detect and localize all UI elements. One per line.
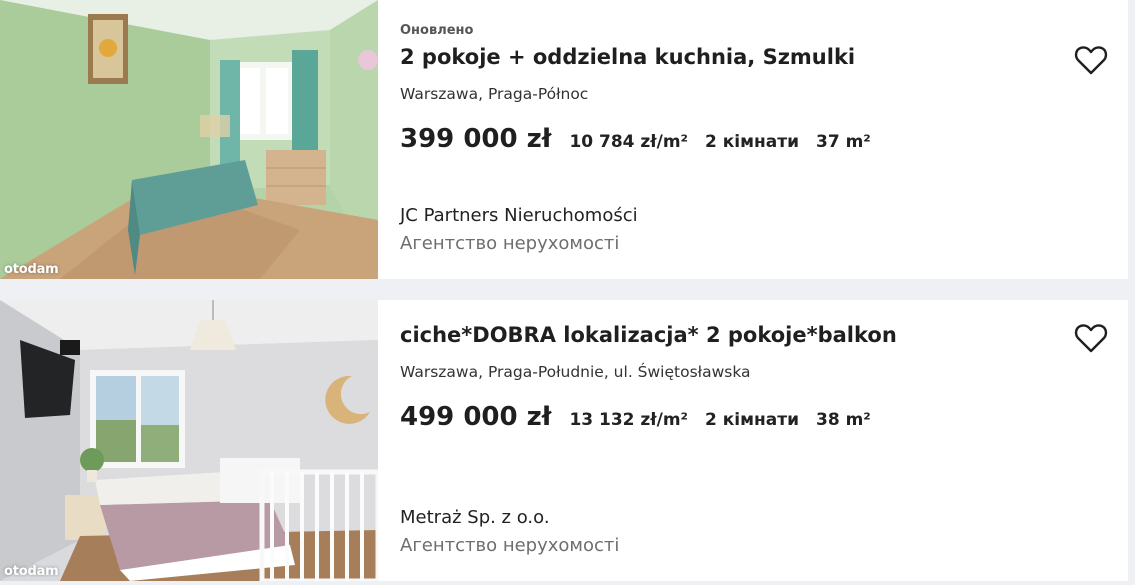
price: 499 000 zł xyxy=(400,402,552,432)
card-divider xyxy=(0,279,1135,300)
heart-outline-icon xyxy=(1074,324,1108,353)
agency-name: Metraż Sp. z o.o. xyxy=(400,507,550,528)
room-photo-illustration xyxy=(0,300,378,581)
price-per-m2: 10 784 zł/m² xyxy=(569,132,688,152)
price-row: 399 000 zł 10 784 zł/m² 2 кімнати 37 m² xyxy=(400,124,888,154)
watermark-label: otodam xyxy=(4,262,59,277)
listing-location: Warszawa, Praga-Północ xyxy=(400,85,589,103)
area: 37 m² xyxy=(816,132,871,152)
heart-outline-icon xyxy=(1074,46,1108,75)
agency-type: Агентство нерухомості xyxy=(400,233,620,254)
updated-label: Оновлено xyxy=(400,23,474,38)
listing-title[interactable]: 2 pokoje + oddzielna kuchnia, Szmulki xyxy=(400,45,855,69)
price: 399 000 zł xyxy=(400,124,552,154)
agency-type: Агентство нерухомості xyxy=(400,535,620,556)
listing-photo[interactable]: otodam xyxy=(0,0,378,279)
room-photo-illustration xyxy=(0,0,378,279)
favorite-button[interactable] xyxy=(1072,42,1110,78)
listing-card[interactable]: otodam ciche*DOBRA lokalizacja* 2 pokoje… xyxy=(0,300,1128,581)
price-row: 499 000 zł 13 132 zł/m² 2 кімнати 38 m² xyxy=(400,402,888,432)
rooms: 2 кімнати xyxy=(705,410,799,430)
listing-location: Warszawa, Praga-Południe, ul. Świętosław… xyxy=(400,363,751,381)
listing-photo[interactable]: otodam xyxy=(0,300,378,581)
price-per-m2: 13 132 zł/m² xyxy=(569,410,688,430)
rooms: 2 кімнати xyxy=(705,132,799,152)
area: 38 m² xyxy=(816,410,871,430)
listing-title[interactable]: ciche*DOBRA lokalizacja* 2 pokoje*balkon xyxy=(400,323,897,347)
favorite-button[interactable] xyxy=(1072,320,1110,356)
watermark-label: otodam xyxy=(4,564,59,579)
listing-card[interactable]: otodam Оновлено 2 pokoje + oddzielna kuc… xyxy=(0,0,1128,279)
agency-name: JC Partners Nieruchomości xyxy=(400,205,638,226)
